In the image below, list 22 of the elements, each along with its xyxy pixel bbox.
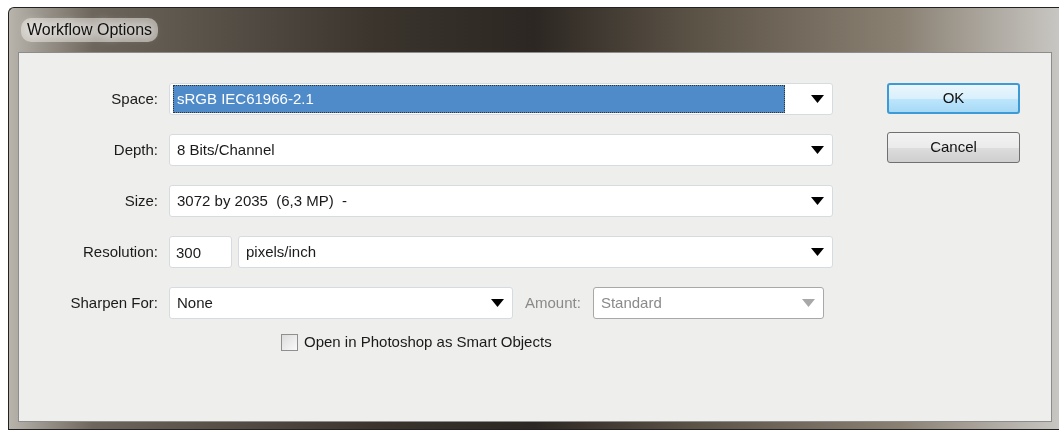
caret-icon <box>801 299 815 307</box>
field-label: Amount: <box>525 292 581 313</box>
dropdown[interactable]: 8 Bits/Channel <box>169 134 833 166</box>
caret-icon <box>811 95 824 103</box>
field-label: Size: <box>123 190 158 211</box>
field-label: Sharpen For: <box>69 292 158 313</box>
caret-icon <box>811 197 824 205</box>
dropdown[interactable]: 3072 by 2035 (6,3 MP) - <box>169 185 833 217</box>
dropdown[interactable]: sRGB IEC61966-2.1 <box>169 83 833 115</box>
dropdown[interactable]: None <box>169 287 513 319</box>
caret-icon <box>811 146 824 154</box>
input-field[interactable]: 300 <box>169 236 232 268</box>
caret-icon <box>491 299 504 307</box>
dialog-button[interactable]: OK <box>887 83 1020 114</box>
checkbox-label: Open in Photoshop as Smart Objects <box>304 332 552 352</box>
field-label: Resolution: <box>81 241 158 262</box>
dialog-button[interactable]: Cancel <box>887 132 1020 163</box>
caret-icon <box>811 248 824 256</box>
dropdown[interactable]: pixels/inch <box>238 236 833 268</box>
field-label: Space: <box>110 88 158 109</box>
checkbox[interactable] <box>281 333 298 351</box>
field-label: Depth: <box>112 139 158 160</box>
